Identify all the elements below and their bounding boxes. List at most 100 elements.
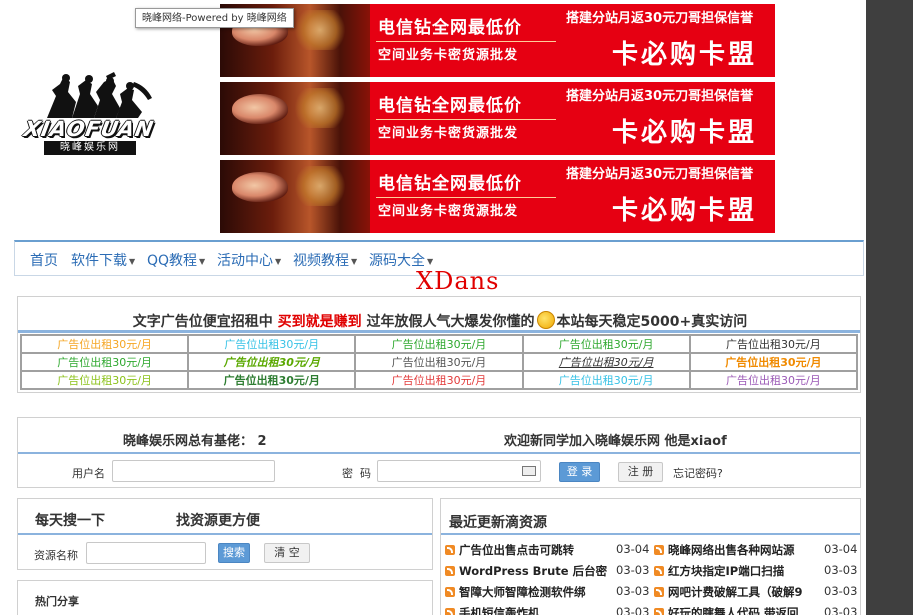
logo-wordmark: XIAOFUAN xyxy=(22,117,156,141)
banner-face-image xyxy=(220,82,370,155)
login-button[interactable]: 登 录 xyxy=(559,462,600,482)
ad-row: 广告位出租30元/月 广告位出租30元/月 广告位出租30元/月 广告位出租30元/月… xyxy=(19,352,859,372)
recent-item[interactable]: 网吧计费破解工具（破解9 xyxy=(654,584,816,600)
rss-icon xyxy=(445,608,455,615)
nav-item-software[interactable]: 软件下载 ▼ xyxy=(71,250,135,270)
banner-line2: 空间业务卡密货源批发 xyxy=(378,48,519,63)
banner-line1: 电信钻全网最低价 xyxy=(378,96,522,116)
password-label: 密 码 xyxy=(342,467,371,480)
ad-slot-link[interactable]: 广告位出租30元/月 xyxy=(187,352,357,372)
logo-subtitle: 晓峰娱乐网 xyxy=(44,141,136,155)
recent-item-title: 智障大师智障检测软件绑 xyxy=(459,585,586,599)
ad-slot-link[interactable]: 广告位出租30元/月 xyxy=(19,334,190,354)
password-input[interactable] xyxy=(377,460,541,482)
clear-button[interactable]: 清 空 xyxy=(264,543,310,563)
banner-ad-1[interactable]: 电信钻全网最低价 空间业务卡密货源批发 搭建分站月返30元刀哥担保信誉 卡必购卡… xyxy=(220,4,775,77)
caret-down-icon: ▼ xyxy=(275,256,282,266)
ad-slot-link[interactable]: 广告位出租30元/月 xyxy=(354,334,524,354)
nav-item-label: 软件下载 xyxy=(71,253,127,269)
ad-table: 广告位出租30元/月 广告位出租30元/月 广告位出租30元/月 广告位出租30元/月… xyxy=(19,334,859,390)
recent-item-title: 广告位出售点击可跳转 xyxy=(459,543,574,557)
register-button[interactable]: 注 册 xyxy=(618,462,663,482)
nav-item-events[interactable]: 活动中心 ▼ xyxy=(217,250,281,270)
username-input[interactable] xyxy=(112,460,275,482)
ad-slot-link[interactable]: 广告位出租30元/月 xyxy=(19,352,190,372)
page: 晓峰网络-Powered by 晓峰网络 XIAOFUAN 晓峰娱乐网 电信钻全… xyxy=(0,0,866,615)
nav-item-label: QQ教程 xyxy=(147,253,198,269)
banner-right-big: 卡必购卡盟 xyxy=(612,118,758,148)
banner-right-big: 卡必购卡盟 xyxy=(612,196,758,226)
banner-right-big: 卡必购卡盟 xyxy=(612,40,758,70)
ad-slot-link[interactable]: 广告位出租30元/月 xyxy=(521,352,691,372)
banner-divider xyxy=(376,197,556,198)
recent-item[interactable]: 智障大师智障检测软件绑 xyxy=(445,584,608,600)
search-title-left: 每天搜一下 xyxy=(35,513,105,529)
ad-row: 广告位出租30元/月 广告位出租30元/月 广告位出租30元/月 广告位出租30元/月… xyxy=(19,334,859,354)
recent-item[interactable]: 好玩的瞎舞人代码 带返回 xyxy=(654,605,816,615)
ad-slot-link[interactable]: 广告位出租30元/月 xyxy=(187,370,357,390)
recent-item[interactable]: 广告位出售点击可跳转 xyxy=(445,542,608,558)
ad-slot-link[interactable]: 广告位出租30元/月 xyxy=(187,334,357,354)
recent-item[interactable]: 红方块指定IP端口扫描 xyxy=(654,563,816,579)
nav-item-label: 首页 xyxy=(30,253,58,269)
stats-divider xyxy=(18,452,860,454)
ad-slot-link[interactable]: 广告位出租30元/月 xyxy=(521,370,691,390)
smiley-icon xyxy=(536,311,555,329)
rss-icon xyxy=(654,608,664,615)
banner-right-top: 搭建分站月返30元刀哥担保信誉 xyxy=(566,11,754,26)
ad-slot-link[interactable]: 广告位出租30元/月 xyxy=(688,334,859,354)
recent-item[interactable]: 手机短信轰炸机 xyxy=(445,605,608,615)
caret-down-icon: ▼ xyxy=(199,256,206,266)
ad-divider xyxy=(18,330,860,333)
banner-face-image xyxy=(220,160,370,233)
nav-item-home[interactable]: 首页 xyxy=(30,250,58,270)
nav-item-qq[interactable]: QQ教程 ▼ xyxy=(147,250,205,270)
recent-item-title: 网吧计费破解工具（破解9 xyxy=(668,585,803,599)
hot-share-box: 热门分享 xyxy=(17,580,433,615)
caret-down-icon: ▼ xyxy=(129,256,136,266)
rss-icon xyxy=(445,566,455,576)
tooltip: 晓峰网络-Powered by 晓峰网络 xyxy=(135,8,294,28)
ad-slot-link[interactable]: 广告位出租30元/月 xyxy=(354,370,524,390)
recent-item-title: 好玩的瞎舞人代码 带返回 xyxy=(668,606,799,615)
ad-headline: 文字广告位便宜招租中 买到就是赚到 过年放假人气大爆发你懂的 本站每天稳定5000… xyxy=(18,311,862,331)
mouse-cursor-icon xyxy=(134,0,148,7)
banner-ad-3[interactable]: 电信钻全网最低价 空间业务卡密货源批发 搭建分站月返30元刀哥担保信誉 卡必购卡… xyxy=(220,160,775,233)
search-button[interactable]: 搜索 xyxy=(218,543,250,563)
recent-item-date: 03-04 xyxy=(824,542,858,556)
ad-headline-a: 文字广告位便宜招租中 xyxy=(132,314,273,330)
member-count: 晓峰娱乐网总有基佬： 2 xyxy=(123,434,267,449)
caret-down-icon: ▼ xyxy=(427,256,434,266)
nav-item-videos[interactable]: 视频教程 ▼ xyxy=(293,250,357,270)
ad-box: 文字广告位便宜招租中 买到就是赚到 过年放假人气大爆发你懂的 本站每天稳定5000… xyxy=(17,296,861,393)
rss-icon xyxy=(445,545,455,555)
banner-right-top: 搭建分站月返30元刀哥担保信誉 xyxy=(566,89,754,104)
ad-row: 广告位出租30元/月 广告位出租30元/月 广告位出租30元/月 广告位出租30元/月… xyxy=(19,370,859,390)
keyboard-icon[interactable] xyxy=(522,466,536,476)
banner-line1: 电信钻全网最低价 xyxy=(378,174,522,194)
ad-slot-link[interactable]: 广告位出租30元/月 xyxy=(19,370,190,390)
search-title-right: 找资源更方便 xyxy=(176,513,260,529)
forgot-password-link[interactable]: 忘记密码? xyxy=(673,465,723,481)
rss-icon xyxy=(654,545,664,555)
welcome-new-member: 欢迎新同学加入晓峰娱乐网 他是xiaof xyxy=(504,434,727,449)
recent-item-title: 手机短信轰炸机 xyxy=(459,606,540,615)
recent-item-title: 晓峰网络出售各种网站源 xyxy=(668,543,795,557)
resource-search-input[interactable] xyxy=(86,542,206,564)
recent-item[interactable]: WordPress Brute 后台密 xyxy=(445,563,608,579)
ad-headline-b: 过年放假人气大爆发你懂的 xyxy=(366,314,535,330)
banner-ad-2[interactable]: 电信钻全网最低价 空间业务卡密货源批发 搭建分站月返30元刀哥担保信誉 卡必购卡… xyxy=(220,82,775,155)
ad-slot-link[interactable]: 广告位出租30元/月 xyxy=(688,370,859,390)
ad-slot-link[interactable]: 广告位出租30元/月 xyxy=(354,352,524,372)
recent-item[interactable]: 晓峰网络出售各种网站源 xyxy=(654,542,816,558)
hot-share-title: 热门分享 xyxy=(35,595,79,608)
site-logo[interactable]: XIAOFUAN 晓峰娱乐网 xyxy=(14,72,164,160)
ad-slot-link[interactable]: 广告位出租30元/月 xyxy=(521,334,691,354)
ad-slot-link[interactable]: 广告位出租30元/月 xyxy=(688,352,859,372)
recent-item-date: 03-03 xyxy=(616,605,650,615)
recent-item-date: 03-03 xyxy=(824,584,858,598)
recent-item-date: 03-03 xyxy=(824,563,858,577)
xdans-watermark: XDans xyxy=(416,267,500,295)
caret-down-icon: ▼ xyxy=(351,256,358,266)
ad-headline-red: 买到就是赚到 xyxy=(277,314,362,330)
